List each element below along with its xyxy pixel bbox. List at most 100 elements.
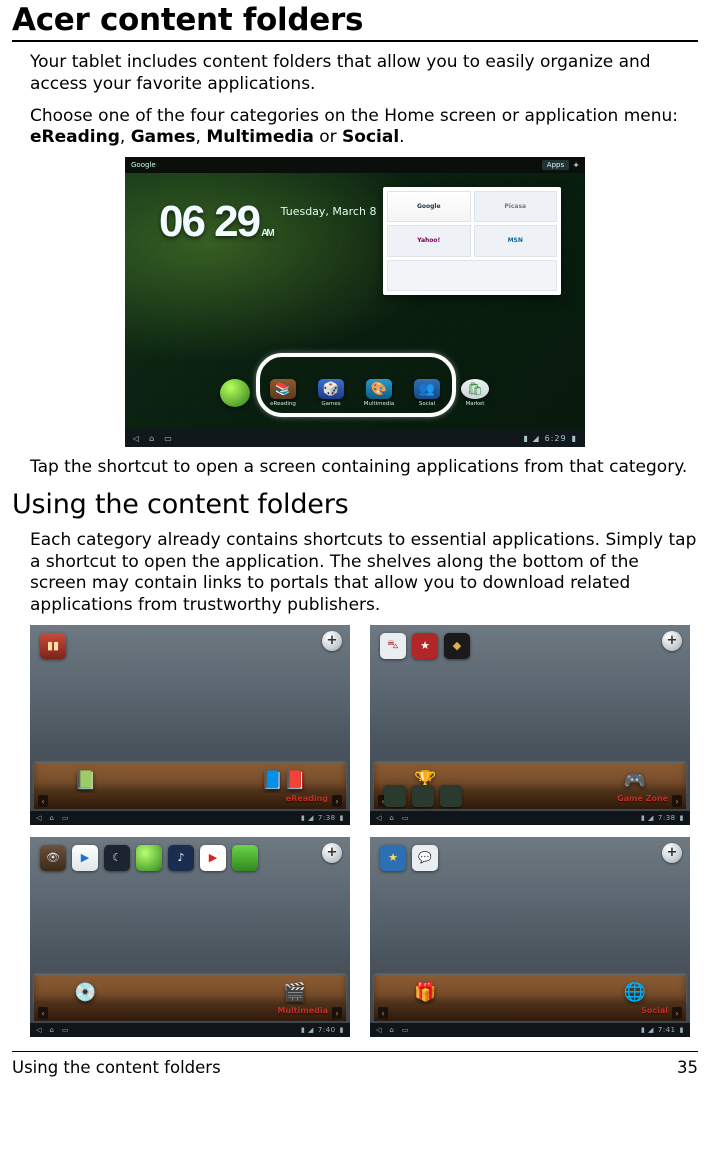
navbar-time: 6:29: [545, 434, 567, 443]
thumb-yahoo: Yahoo!: [387, 225, 471, 256]
home-icon: ⌂: [49, 1026, 53, 1034]
category-social: Social: [342, 127, 399, 147]
battery-icon: ▮: [680, 1026, 684, 1034]
panel-games: ⛍★◆+🏆🎮‹Game Zone›◁⌂▭▮ ◢ 7:38 ▮: [370, 625, 690, 825]
shelf-arrow-left: ‹: [378, 1007, 388, 1019]
shelf-item-right: 🎬: [284, 982, 306, 1003]
home-icon: ⌂: [389, 814, 393, 822]
shelf-mini-droid: [384, 785, 406, 807]
recent-icon: ▭: [402, 814, 409, 822]
panel-clock: 7:41: [658, 1026, 676, 1034]
plus-icon: +: [573, 161, 579, 169]
home-screenshot: Google Apps + 06 29 AM Tuesday, March 8: [125, 157, 585, 447]
recent-icon: ▭: [62, 814, 69, 822]
page-title: Acer content folders: [12, 2, 698, 42]
shelf-arrow-left: ‹: [38, 795, 48, 807]
subsection-title: Using the content folders: [12, 489, 698, 520]
add-button: +: [322, 843, 342, 863]
car-icon: ⛍: [380, 633, 406, 659]
footer-page-number: 35: [677, 1058, 698, 1077]
dock-games: 🎲 Games: [317, 379, 345, 407]
market-icon: 🛍 Market: [461, 379, 489, 407]
dock-ereading-label: eReading: [270, 401, 296, 407]
green-icon: [136, 845, 162, 871]
note-icon: ♪: [168, 845, 194, 871]
dock-row: 📚 eReading 🎲 Games 🎨 Multimedia 👥 Social: [125, 379, 585, 407]
clock-date: Tuesday, March 8: [281, 205, 377, 218]
thumb-google: Google: [387, 191, 471, 222]
recent-icon: ▭: [62, 1026, 69, 1034]
shelf-item-right: 🎮: [624, 770, 646, 791]
intro-paragraph-1: Your tablet includes content folders tha…: [30, 52, 698, 96]
market-label: Market: [466, 401, 485, 407]
panel-clock: 7:40: [318, 1026, 336, 1034]
battery-icon: ▮: [340, 1026, 344, 1034]
recent-icon: ▭: [164, 434, 172, 443]
add-button: +: [662, 631, 682, 651]
shelf-item-left: 📗: [74, 770, 96, 791]
category-games: Games: [131, 127, 196, 147]
chat-icon: 💬: [412, 845, 438, 871]
back-icon: ◁: [36, 814, 41, 822]
panel-clock: 7:38: [318, 814, 336, 822]
status-icons: ▮ ◢: [524, 434, 540, 443]
home-icon: ⌂: [149, 434, 154, 443]
battery-icon: ▮: [340, 814, 344, 822]
yt-icon: ▶: [200, 845, 226, 871]
browser-icon: [221, 379, 249, 407]
category-multimedia: Multimedia: [206, 127, 314, 147]
status-icons: ▮ ◢: [301, 1026, 314, 1034]
dock-social: 👥 Social: [413, 379, 441, 407]
clock-time: 06 29: [159, 197, 259, 247]
battery-icon: ▮: [572, 434, 577, 443]
shelf-arrow-right: ›: [672, 1007, 682, 1019]
battery-icon: ▮: [680, 814, 684, 822]
status-icons: ▮ ◢: [641, 814, 654, 822]
thumb-msn: MSN: [474, 225, 558, 256]
back-icon: ◁: [376, 1026, 381, 1034]
thumb-extra: [387, 260, 557, 291]
books-icon: ▮▮: [40, 633, 66, 659]
add-button: +: [322, 631, 342, 651]
category-panels-grid: ▮▮+📗📘📕‹eReading›◁⌂▭▮ ◢ 7:38 ▮⛍★◆+🏆🎮‹Game…: [30, 625, 690, 1037]
intro-paragraph-2: Choose one of the four categories on the…: [30, 106, 698, 150]
panel-clock: 7:38: [658, 814, 676, 822]
status-icons: ▮ ◢: [641, 1026, 654, 1034]
back-icon: ◁: [133, 434, 139, 443]
play-icon: ▶: [72, 845, 98, 871]
dock-multimedia: 🎨 Multimedia: [365, 379, 393, 407]
sq-icon: [232, 845, 258, 871]
shelf-label: Social: [641, 1006, 668, 1015]
hero-icon: ★: [412, 633, 438, 659]
category-ereading: eReading: [30, 127, 120, 147]
apps-button-label: Apps: [542, 160, 569, 170]
intro-lead: Choose one of the four categories on the…: [30, 106, 678, 126]
dock-multimedia-label: Multimedia: [364, 401, 395, 407]
status-icons: ▮ ◢: [301, 814, 314, 822]
recent-icon: ▭: [402, 1026, 409, 1034]
shelf-item-right: 📘📕: [261, 770, 306, 791]
bookmarks-widget: Google Picasa Yahoo! MSN: [383, 187, 561, 295]
shelf-item-left: 🎁: [414, 982, 436, 1003]
dark-icon: ☾: [104, 845, 130, 871]
panel-social: ★💬+🎁🌐‹Social›◁⌂▭▮ ◢ 7:41 ▮: [370, 837, 690, 1037]
thumb-picasa: Picasa: [474, 191, 558, 222]
period: .: [399, 127, 404, 147]
add-button: +: [662, 843, 682, 863]
back-icon: ◁: [36, 1026, 41, 1034]
back-icon: ◁: [376, 814, 381, 822]
subsection-paragraph: Each category already contains shortcuts…: [30, 530, 698, 617]
clock-ampm: AM: [261, 228, 273, 239]
home-icon: ⌂: [389, 1026, 393, 1034]
shelf-arrow-right: ›: [332, 795, 342, 807]
shelf-mini-pad: [440, 785, 462, 807]
shelf-item-left: 💿: [74, 982, 96, 1003]
shelf-arrow-left: ‹: [38, 1007, 48, 1019]
dock-games-label: Games: [321, 401, 340, 407]
shelf-item-right: 🌐: [624, 982, 646, 1003]
or-word: or: [314, 127, 342, 147]
blk-icon: ◆: [444, 633, 470, 659]
eye-icon: 👁: [40, 845, 66, 871]
footer-section-name: Using the content folders: [12, 1058, 221, 1077]
shelf-label: Game Zone: [617, 794, 668, 803]
